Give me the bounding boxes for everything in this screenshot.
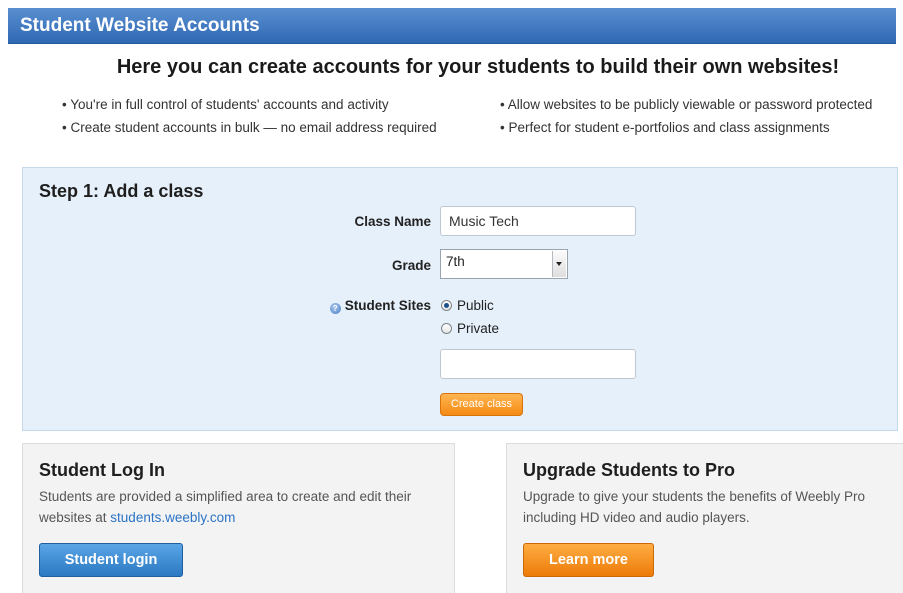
grade-label: Grade (391, 258, 431, 273)
learn-more-button[interactable]: Learn more (523, 543, 654, 577)
page-title: Student Website Accounts (20, 15, 260, 36)
radio-public-row[interactable]: Public (441, 298, 494, 313)
student-sites-label-row: ? Student Sites (329, 298, 431, 314)
radio-private-row[interactable]: Private (441, 321, 499, 336)
feature-item: • Allow websites to be publicly viewable… (500, 97, 873, 112)
grade-select-value: 7th (446, 254, 465, 269)
upgrade-pro-title: Upgrade Students to Pro (523, 460, 736, 480)
step-title: Step 1: Add a class (39, 181, 204, 201)
feature-item: • Perfect for student e-portfolios and c… (500, 120, 830, 135)
student-login-title: Student Log In (39, 460, 165, 480)
upgrade-pro-text: Upgrade to give your students the benefi… (523, 489, 865, 525)
feature-item: • Create student accounts in bulk — no e… (62, 120, 437, 135)
intro-headline: Here you can create accounts for your st… (116, 56, 840, 78)
student-sites-label: Student Sites (344, 298, 431, 313)
page: Student Website Accounts Here you can cr… (0, 0, 903, 593)
class-name-input[interactable] (440, 206, 636, 236)
feature-list-left: • You're in full control of students' ac… (62, 96, 437, 142)
radio-public-label: Public (457, 298, 494, 313)
class-name-label: Class Name (354, 214, 431, 229)
students-site-link[interactable]: students.weebly.com (110, 510, 235, 525)
chevron-down-icon (552, 251, 566, 277)
header-bar: Student Website Accounts (8, 8, 896, 44)
student-login-text: Students are provided a simplified area … (39, 486, 439, 528)
create-class-button[interactable]: Create class (440, 393, 523, 416)
add-class-panel: Step 1: Add a class Class Name Grade 7th… (22, 167, 898, 431)
help-icon[interactable]: ? (329, 303, 341, 314)
feature-list-right: • Allow websites to be publicly viewable… (500, 96, 872, 142)
grade-select[interactable]: 7th (440, 249, 568, 279)
upgrade-pro-card: Upgrade Students to Pro Upgrade to give … (506, 443, 903, 593)
radio-private-label: Private (457, 321, 500, 336)
radio-public[interactable] (441, 300, 452, 311)
feature-item: • You're in full control of students' ac… (62, 97, 389, 112)
student-login-card: Student Log In Students are provided a s… (22, 443, 455, 593)
student-login-button[interactable]: Student login (39, 543, 183, 577)
site-password-input[interactable] (440, 349, 636, 379)
radio-private[interactable] (441, 323, 452, 334)
